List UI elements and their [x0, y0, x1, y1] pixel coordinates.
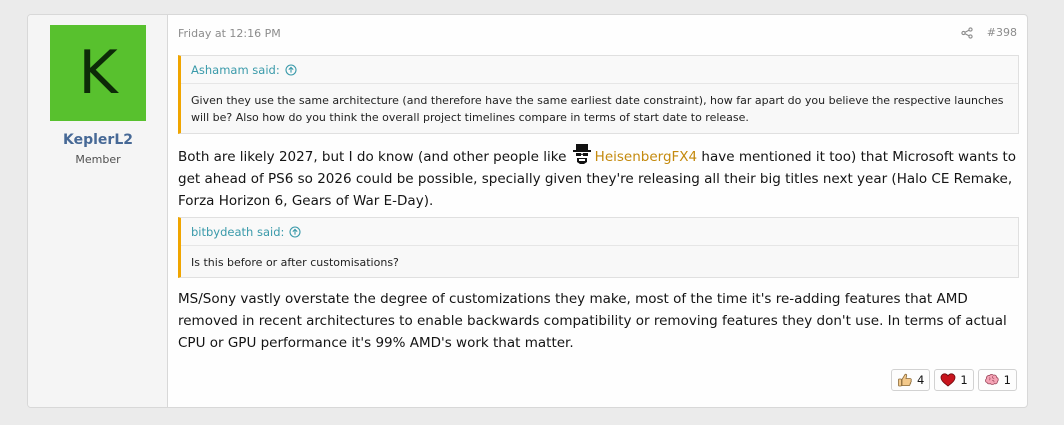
avatar-letter: K — [78, 38, 118, 108]
brain-icon — [984, 372, 1000, 388]
post-date[interactable]: Friday at 12:16 PM — [178, 27, 281, 40]
post-content: Friday at 12:16 PM #398 Ashamam said: Gi… — [168, 15, 1027, 407]
avatar[interactable]: K — [50, 25, 146, 121]
user-title: Member — [75, 153, 121, 166]
post-actions: #398 — [961, 26, 1017, 39]
quote-header[interactable]: Ashamam said: — [181, 56, 1018, 84]
quote-header[interactable]: bitbydeath said: — [181, 218, 1018, 246]
arrow-up-circle-icon[interactable] — [285, 63, 297, 76]
quote-block: bitbydeath said: Is this before or after… — [178, 217, 1019, 278]
post-number-link[interactable]: #398 — [987, 26, 1017, 39]
quote-author[interactable]: Ashamam said: — [191, 63, 280, 77]
post-paragraph: MS/Sony vastly overstate the degree of c… — [178, 291, 1007, 351]
reaction-count: 4 — [917, 373, 925, 387]
quote-block: Ashamam said: Given they use the same ar… — [178, 55, 1019, 134]
post-user-panel: K KeplerL2 Member — [28, 15, 168, 407]
thumbs-up-icon — [897, 372, 913, 388]
post-paragraph: Both are likely 2027, but I do know (and… — [178, 143, 1023, 212]
quote-author[interactable]: bitbydeath said: — [191, 225, 284, 239]
reaction-count: 1 — [1003, 373, 1011, 387]
heart-icon — [940, 372, 956, 388]
post: K KeplerL2 Member Friday at 12:16 PM #39… — [27, 14, 1028, 408]
reactions-bar: 4 1 1 — [891, 369, 1017, 391]
username[interactable]: KeplerL2 — [28, 132, 168, 148]
quote-text: Is this before or after customisations? — [191, 256, 399, 269]
heisenberg-icon — [571, 143, 593, 165]
reaction-thumbs-up[interactable]: 4 — [891, 369, 931, 391]
paragraph-text-start: Both are likely 2027, but I do know (and… — [178, 149, 571, 165]
reaction-count: 1 — [960, 373, 968, 387]
share-icon[interactable] — [961, 26, 973, 39]
quote-text: Given they use the same architecture (an… — [191, 94, 1004, 124]
reaction-heart[interactable]: 1 — [934, 369, 974, 391]
user-mention-link[interactable]: HeisenbergFX4 — [595, 149, 697, 165]
arrow-up-circle-icon[interactable] — [289, 225, 301, 238]
reaction-brain[interactable]: 1 — [977, 369, 1017, 391]
